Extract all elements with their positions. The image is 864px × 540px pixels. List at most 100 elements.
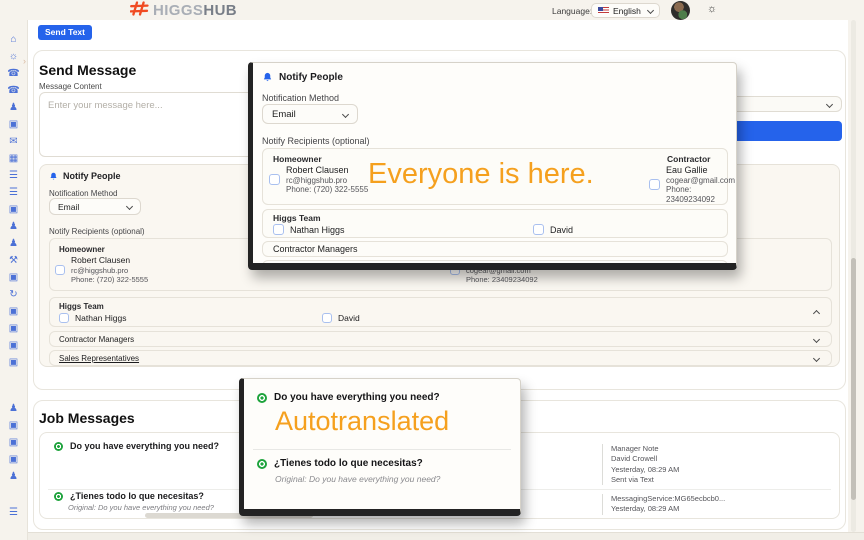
everyone-is-here-callout: Everyone is here. <box>368 158 594 191</box>
nathan-higgs-checkbox[interactable] <box>59 313 69 323</box>
sales-representatives-row[interactable]: Sales Representatives <box>262 260 728 270</box>
sync-icon[interactable]: ↻ <box>9 289 17 300</box>
team-member-row: David <box>533 224 573 235</box>
team-member-name: Nathan Higgs <box>75 313 127 323</box>
message-row: ¿Tienes todo lo que necesitas? <box>257 458 423 469</box>
homeowner-checkbox[interactable] <box>269 174 280 185</box>
notification-method-label: Notification Method <box>49 189 117 198</box>
higgs-team-box: Higgs Team Nathan Higgs David <box>262 209 728 238</box>
notify-recipients-label: Notify Recipients (optional) <box>262 136 370 146</box>
message-row: Do you have everything you need? <box>54 441 219 451</box>
package-7-icon[interactable]: ▣ <box>9 437 18 448</box>
user-2-icon[interactable]: ♟ <box>9 403 18 414</box>
message-row: ¿Tienes todo lo que necesitas? <box>54 491 204 501</box>
notify-people-title: Notify People <box>279 72 343 83</box>
contractor-checkbox[interactable] <box>649 179 660 190</box>
team-member-row: Nathan Higgs <box>59 313 127 323</box>
notify-people-zoom-overlay: Notify People Notification Method Email … <box>248 62 737 270</box>
sun-icon[interactable]: ☼ <box>9 51 18 62</box>
team-member-name: Nathan Higgs <box>290 225 345 235</box>
higgs-team-label: Higgs Team <box>59 302 104 311</box>
vertical-scrollbar-thumb[interactable] <box>851 258 856 500</box>
mail-icon[interactable]: ✉ <box>9 136 17 147</box>
meta-line: David Crowell <box>611 454 679 464</box>
user-icon[interactable]: ♟ <box>9 102 18 113</box>
nathan-higgs-checkbox[interactable] <box>273 224 284 235</box>
message-status-icon <box>54 442 63 451</box>
chevron-down-icon <box>342 110 349 117</box>
phone-icon[interactable]: ☎ <box>7 68 19 79</box>
notification-method-select[interactable]: Email <box>49 198 141 215</box>
notification-method-select[interactable]: Email <box>262 104 358 124</box>
language-select[interactable]: English <box>591 3 660 18</box>
team-member-row: Nathan Higgs <box>273 224 345 235</box>
recipient-email: rc@higgshub.pro <box>286 176 368 186</box>
phone-alt-icon[interactable]: ☎ <box>7 85 19 96</box>
sidebar-expand-icon[interactable]: › <box>23 56 26 66</box>
truck-icon[interactable]: ▣ <box>9 420 18 431</box>
user-add-icon[interactable]: ♟ <box>9 221 18 232</box>
divider <box>253 449 511 450</box>
team-member-name: David <box>550 225 573 235</box>
message-status-icon <box>257 393 267 403</box>
recipient-name: Eau Gallie <box>666 165 735 176</box>
higgs-team-label: Higgs Team <box>273 213 321 223</box>
list-2-icon[interactable]: ☰ <box>9 507 18 518</box>
tools-icon[interactable]: ⚒ <box>9 255 18 266</box>
home-icon[interactable]: ⌂ <box>10 34 16 45</box>
shield-icon[interactable]: ▣ <box>9 119 18 130</box>
package-3-icon[interactable]: ▣ <box>9 306 18 317</box>
send-text-button[interactable]: Send Text <box>38 25 92 40</box>
sales-representatives-link[interactable]: Sales Representatives <box>273 263 363 270</box>
chevron-down-icon <box>126 203 133 210</box>
us-flag-icon <box>598 7 609 14</box>
logo-text-bold: HUB <box>203 2 237 19</box>
logo-text-light: HIGGS <box>153 2 203 19</box>
sales-representatives-link[interactable]: Sales Representatives <box>59 354 139 363</box>
chevron-down-icon <box>813 335 820 342</box>
team-member-name: David <box>338 313 360 323</box>
autotranslated-zoom-overlay: Do you have everything you need? Autotra… <box>239 378 521 516</box>
message-content-label: Message Content <box>39 82 102 91</box>
meta-line: Manager Note <box>611 444 679 454</box>
contractor-recipient-row: Eau Gallie cogear@gmail.com Phone: 23409… <box>649 165 735 204</box>
david-checkbox[interactable] <box>533 224 544 235</box>
contractor-managers-row[interactable]: Contractor Managers <box>262 241 728 257</box>
recipient-phone: Phone: (720) 322-5555 <box>286 185 368 195</box>
package-4-icon[interactable]: ▣ <box>9 323 18 334</box>
send-message-title: Send Message <box>39 62 136 78</box>
package-5-icon[interactable]: ▣ <box>9 340 18 351</box>
higgshub-logo-icon <box>130 1 150 21</box>
message-text: ¿Tienes todo lo que necesitas? <box>70 491 204 501</box>
list-alt-icon[interactable]: ☰ <box>9 187 18 198</box>
user-check-icon[interactable]: ♟ <box>9 238 18 249</box>
message-text: Do you have everything you need? <box>274 392 440 403</box>
bell-icon <box>49 172 58 181</box>
sidebar: ⌂ ☼ ☎ ☎ ♟ ▣ ✉ ▦ ☰ ☰ ▣ ♟ ♟ ⚒ ▣ ↻ ▣ ▣ ▣ ▣ ♟ ▣ ▣ ▣ ♟ ☰ <box>0 20 28 540</box>
package-icon[interactable]: ▣ <box>9 204 18 215</box>
recipient-email: cogear@gmail.com <box>666 176 735 186</box>
sales-representatives-row[interactable]: Sales Representatives <box>49 350 832 366</box>
david-checkbox[interactable] <box>322 313 332 323</box>
message-row: Do you have everything you need? <box>257 392 440 403</box>
bottom-strip <box>28 532 864 540</box>
chevron-up-icon[interactable] <box>813 310 820 317</box>
message-status-icon <box>54 492 63 501</box>
avatar[interactable] <box>671 1 690 20</box>
contractor-managers-row[interactable]: Contractor Managers <box>49 331 832 347</box>
package-6-icon[interactable]: ▣ <box>9 357 18 368</box>
recipient-phone: Phone: (720) 322-5555 <box>71 275 148 284</box>
homeowner-checkbox[interactable] <box>55 265 65 275</box>
package-2-icon[interactable]: ▣ <box>9 272 18 283</box>
theme-toggle-icon[interactable]: ☼ <box>707 3 717 16</box>
meta-line: Yesterday, 08:29 AM <box>611 465 679 475</box>
autotranslated-callout: Autotranslated <box>275 406 449 437</box>
notify-people-title: Notify People <box>63 171 121 181</box>
higgs-team-box: Higgs Team Nathan Higgs David <box>49 297 832 327</box>
calendar-icon[interactable]: ▦ <box>9 153 18 164</box>
homeowner-group-label: Homeowner <box>273 154 322 164</box>
package-8-icon[interactable]: ▣ <box>9 454 18 465</box>
app-logo: HIGGSHUB <box>130 1 237 21</box>
user-3-icon[interactable]: ♟ <box>9 471 18 482</box>
list-icon[interactable]: ☰ <box>9 170 18 181</box>
